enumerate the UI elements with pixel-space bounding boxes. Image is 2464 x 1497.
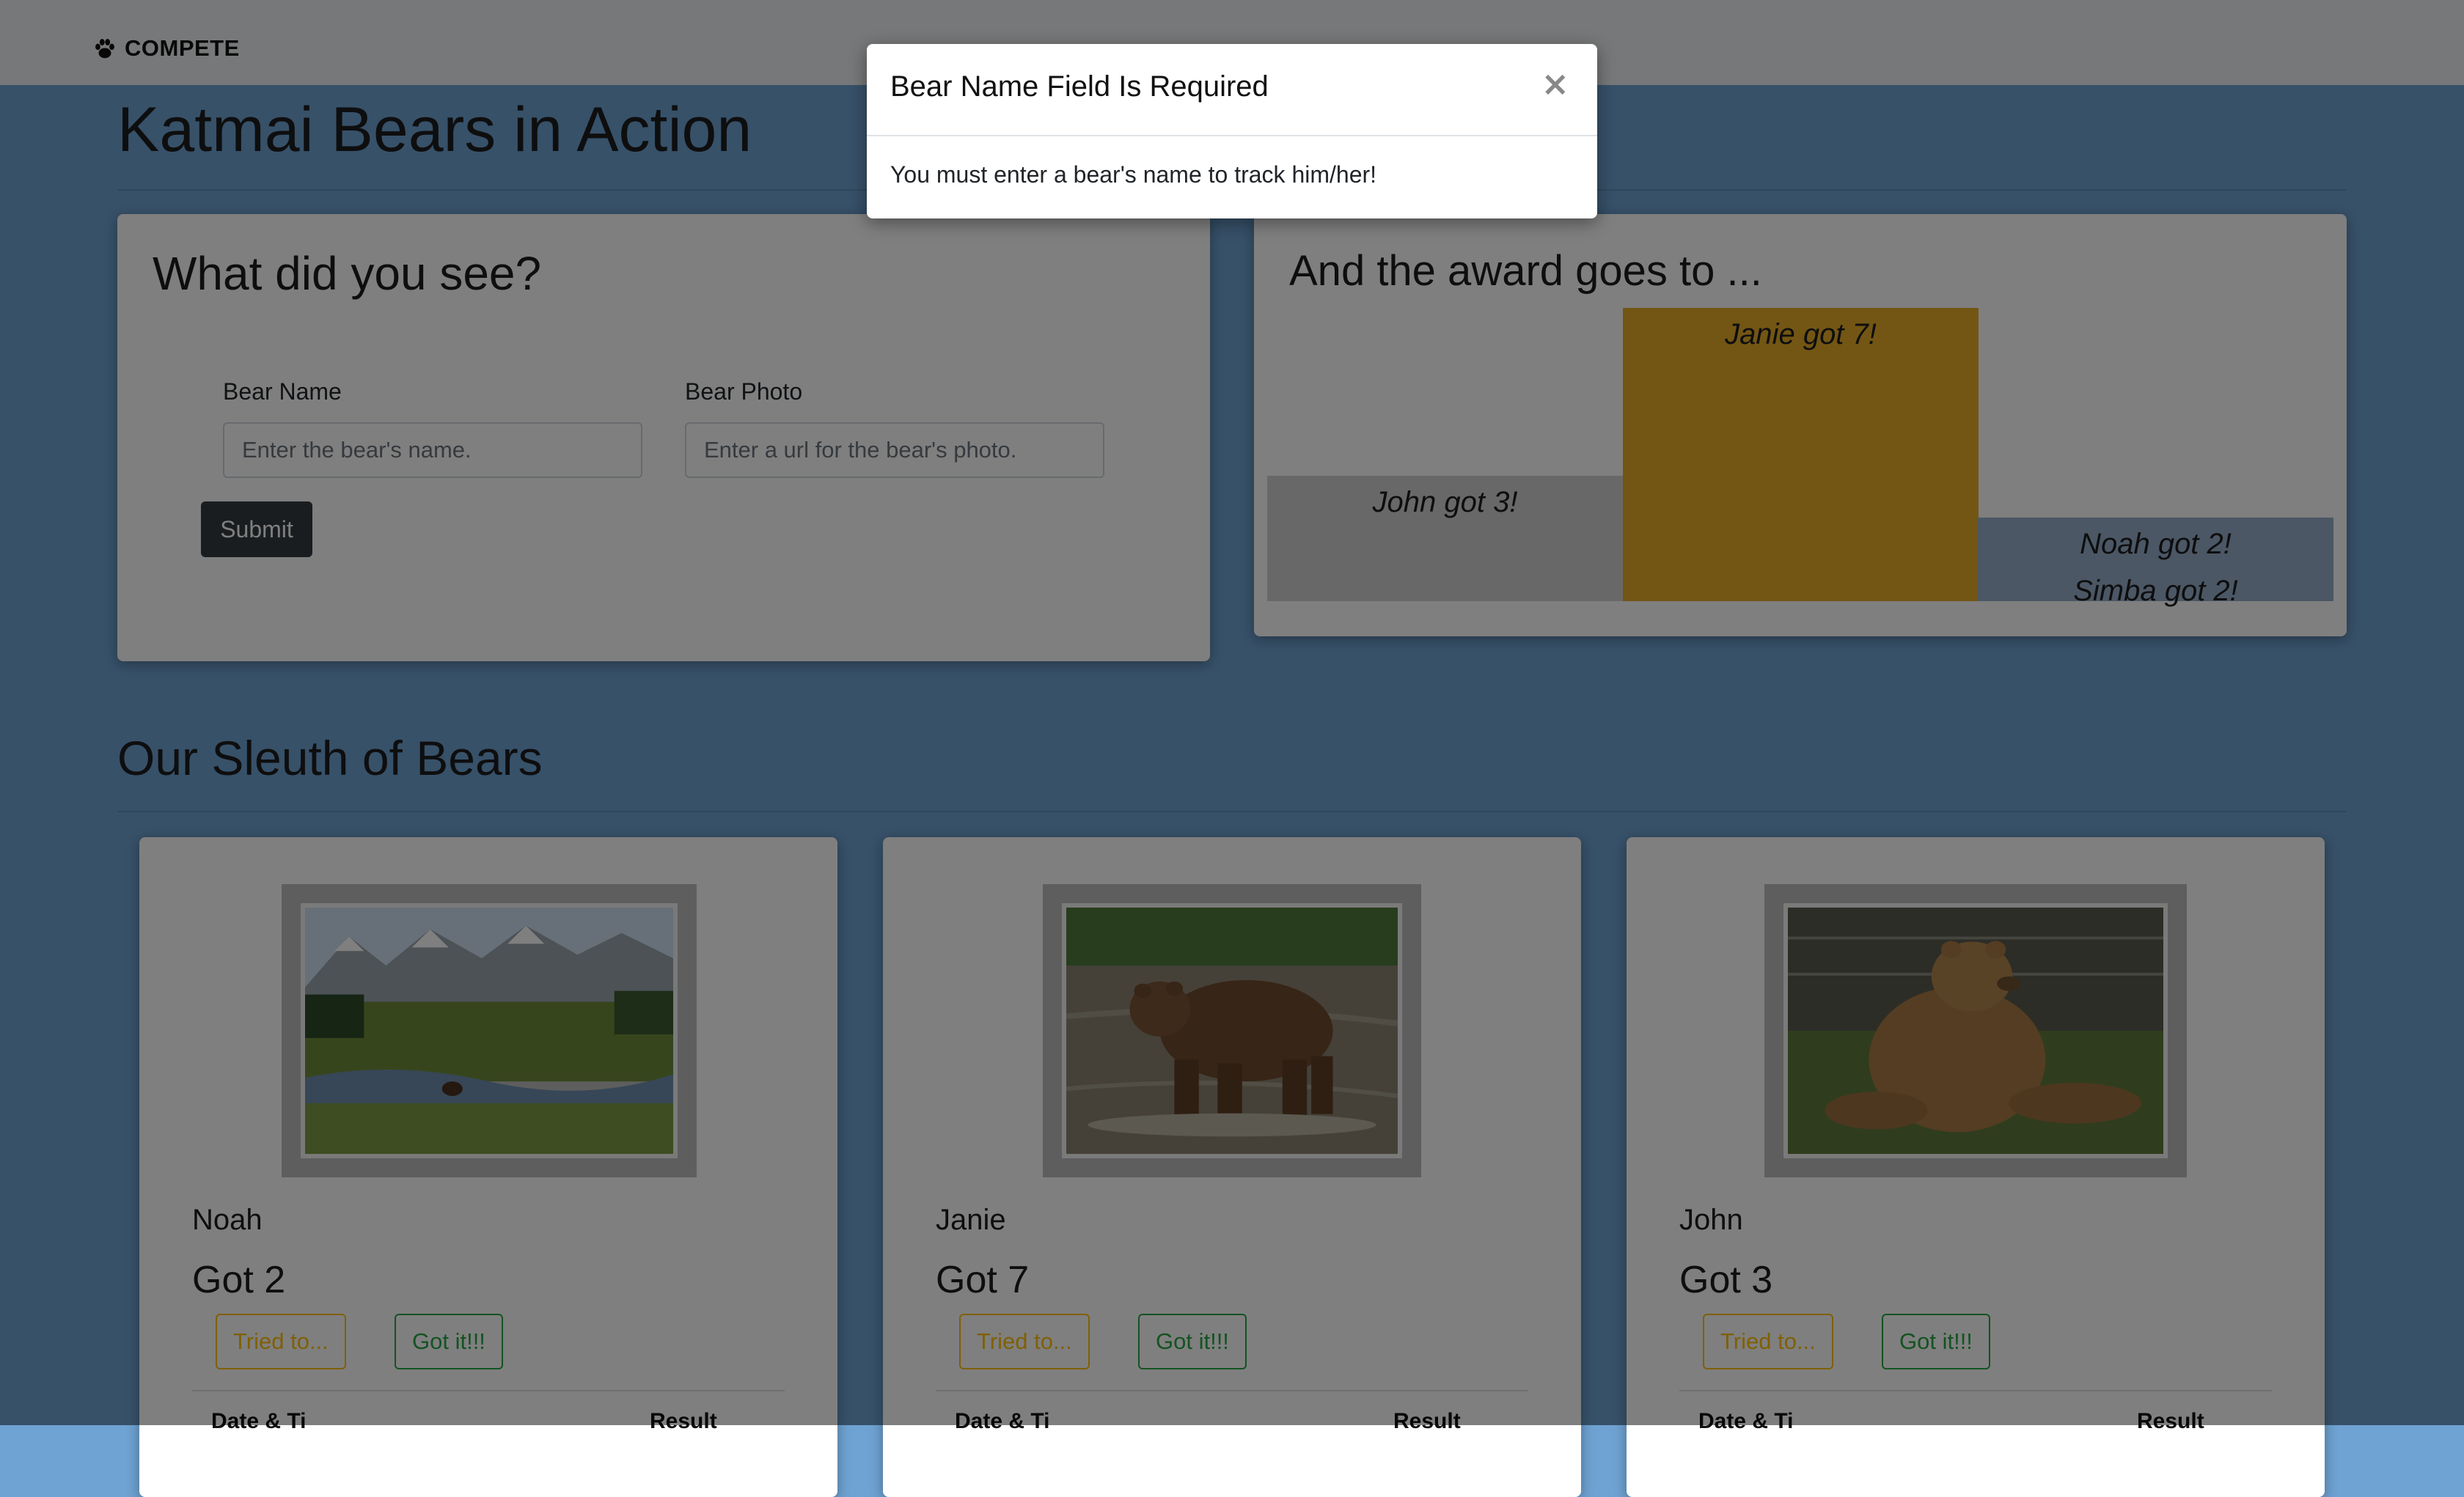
page: COMPETE Katmai Bears in Action What did … [0,0,2464,1497]
modal-divider [867,135,1597,136]
modal-title: Bear Name Field Is Required [890,70,1269,103]
close-icon[interactable]: × [1536,66,1574,101]
validation-modal: Bear Name Field Is Required × You must e… [867,44,1597,218]
modal-body: You must enter a bear's name to track hi… [890,161,1377,188]
